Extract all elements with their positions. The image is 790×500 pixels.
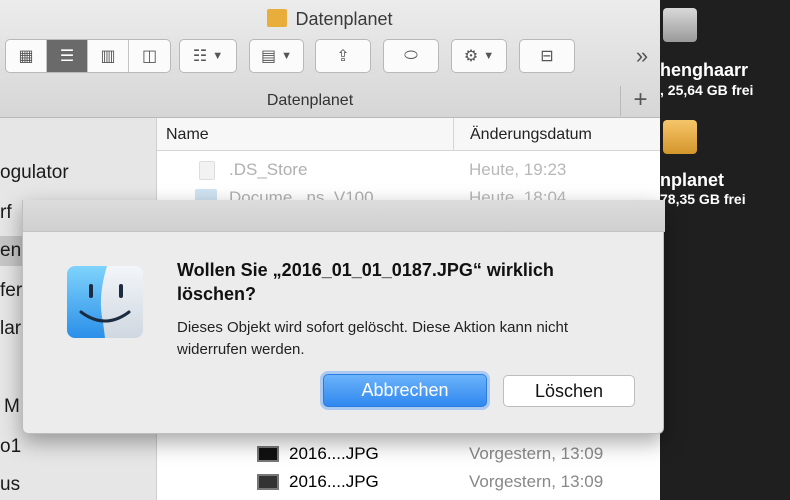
external-drive-icon xyxy=(663,120,697,154)
grid-icon: ▦ xyxy=(18,48,34,65)
file-date: Heute, 19:23 xyxy=(469,160,567,179)
document-icon xyxy=(199,161,215,180)
share-button[interactable]: ⇪ xyxy=(315,39,371,73)
dialog-title: Wollen Sie „2016_01_01_0187.JPG“ wirklic… xyxy=(177,260,554,304)
connect-server-button[interactable]: ⊟ xyxy=(519,39,575,73)
finder-icon xyxy=(67,266,143,338)
chevron-down-icon: ▼ xyxy=(483,50,495,62)
drive-name: henghaarr xyxy=(660,60,749,80)
group-button[interactable]: ▤ ▼ xyxy=(249,39,304,73)
dialog-message: Dieses Objekt wird sofort gelöscht. Dies… xyxy=(177,319,569,358)
more-chevron-icon: » xyxy=(635,43,649,68)
column-name-header[interactable]: Name xyxy=(166,126,209,144)
arrange-button[interactable]: ☷ ▼ xyxy=(179,39,237,73)
titlebar: Datenplanet ▦ ☰ ▥ ◫ ☷ ▼ ▤ ▼ ⇪ ⬭ ⚙ ▼ ⊟ » Dat… xyxy=(0,0,660,118)
gear-icon: ⚙ xyxy=(463,48,479,65)
drive-free-space: , 25,64 GB frei xyxy=(660,82,754,98)
network-icon: ⊟ xyxy=(540,48,554,65)
cancel-button[interactable]: Abbrechen xyxy=(323,374,487,407)
column-divider[interactable] xyxy=(453,118,454,151)
chevron-down-icon: ▼ xyxy=(281,50,292,62)
gallery-icon: ◫ xyxy=(141,48,158,65)
file-name: 2016....JPG xyxy=(289,472,379,491)
arrange-icon: ☷ xyxy=(192,48,208,65)
file-row[interactable]: 2016....JPG Vorgestern, 13:09 xyxy=(157,468,660,496)
drive-free-space: 78,35 GB frei xyxy=(660,191,746,207)
more-toolbar-button[interactable]: » xyxy=(625,39,659,73)
sidebar-item[interactable]: rf xyxy=(0,202,12,224)
sidebar-item[interactable]: o1 xyxy=(0,436,21,458)
column-header: Name Änderungsdatum xyxy=(157,118,660,151)
image-thumbnail-icon xyxy=(257,474,279,490)
hard-drive-icon xyxy=(663,8,697,42)
file-date: Vorgestern, 13:09 xyxy=(469,444,604,463)
tag-button[interactable]: ⬭ xyxy=(383,39,439,73)
action-button[interactable]: ⚙ ▼ xyxy=(451,39,507,73)
icon-view-button[interactable]: ▦ xyxy=(6,40,47,72)
chevron-down-icon: ▼ xyxy=(212,50,224,62)
plus-icon: + xyxy=(633,86,648,113)
sidebar-item[interactable]: lar xyxy=(0,318,21,340)
sheet-header xyxy=(23,200,665,232)
add-tab-button[interactable]: + xyxy=(620,86,660,116)
tag-icon: ⬭ xyxy=(404,47,418,64)
sidebar-item[interactable]: us xyxy=(0,474,20,496)
view-switcher: ▦ ☰ ▥ ◫ xyxy=(5,39,171,73)
image-thumbnail-icon xyxy=(257,446,279,462)
sidebar-item[interactable]: fer xyxy=(0,280,22,302)
delete-confirmation-dialog: Wollen Sie „2016_01_01_0187.JPG“ wirklic… xyxy=(22,200,665,434)
gallery-view-button[interactable]: ◫ xyxy=(129,40,170,72)
columns-icon: ▥ xyxy=(100,48,116,65)
list-icon: ☰ xyxy=(59,48,75,65)
file-row[interactable]: .DS_Store Heute, 19:23 xyxy=(157,156,660,184)
folder-icon xyxy=(267,9,288,27)
file-row[interactable]: 2016....JPG Vorgestern, 13:09 xyxy=(157,440,660,468)
group-icon: ▤ xyxy=(260,48,277,65)
window-title: Datenplanet xyxy=(0,9,660,30)
list-view-button[interactable]: ☰ xyxy=(47,40,88,72)
file-name: .DS_Store xyxy=(229,160,308,179)
column-date-header[interactable]: Änderungsdatum xyxy=(470,126,592,144)
drive-name: nplanet xyxy=(660,170,725,190)
delete-button[interactable]: Löschen xyxy=(503,375,635,407)
sidebar-item[interactable]: M xyxy=(4,396,20,418)
share-icon: ⇪ xyxy=(336,48,350,65)
sidebar-item[interactable]: ogulator xyxy=(0,162,69,184)
file-name: 2016....JPG xyxy=(289,444,379,463)
column-view-button[interactable]: ▥ xyxy=(88,40,129,72)
path-title: Datenplanet xyxy=(266,92,354,109)
file-date: Vorgestern, 13:09 xyxy=(469,472,604,491)
